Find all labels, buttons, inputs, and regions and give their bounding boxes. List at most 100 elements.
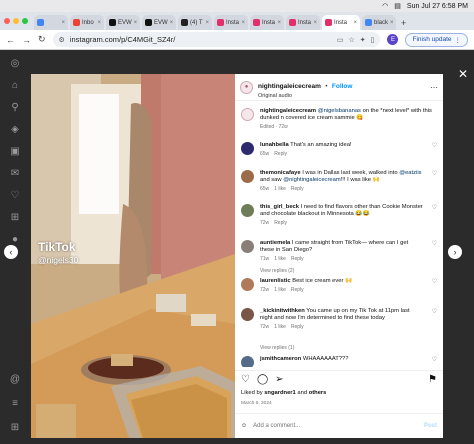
tab-close-icon[interactable]: ×: [61, 20, 65, 26]
browser-tab[interactable]: Insta ×: [250, 15, 284, 30]
tab-close-icon[interactable]: ×: [353, 20, 357, 26]
profile-avatar[interactable]: E: [387, 34, 399, 45]
comment-likes[interactable]: 1 like: [274, 324, 286, 330]
follow-button[interactable]: Follow: [332, 83, 353, 90]
comment-reply[interactable]: Reply: [291, 287, 304, 293]
browser-tab[interactable]: Insta ×: [214, 15, 248, 30]
cast-icon[interactable]: ▭: [337, 36, 344, 44]
instagram-logo-icon[interactable]: ◎: [9, 58, 21, 70]
comment-like-icon[interactable]: ♡: [429, 204, 437, 227]
comment-likes[interactable]: 1 like: [274, 287, 286, 293]
new-tab-button[interactable]: +: [398, 15, 409, 30]
site-info-icon[interactable]: ⚙: [59, 36, 65, 44]
reload-icon[interactable]: ↻: [38, 34, 46, 45]
add-comment-input[interactable]: Add a comment...: [253, 423, 418, 429]
sidepanel-icon[interactable]: ▯: [371, 36, 375, 44]
comment-reply[interactable]: Reply: [291, 324, 304, 330]
close-icon[interactable]: ✕: [458, 67, 468, 81]
tab-close-icon[interactable]: ×: [205, 20, 209, 26]
comment-like-icon[interactable]: ♡: [429, 308, 437, 331]
minimize-window-button[interactable]: [13, 18, 19, 24]
browser-tab[interactable]: (4) T ×: [178, 15, 212, 30]
comment-reply[interactable]: Reply: [274, 151, 287, 157]
comment-reply[interactable]: Reply: [274, 220, 287, 226]
menu-icon[interactable]: ≡: [9, 398, 21, 410]
comments-list[interactable]: nightingaleicecream @nigelsbananas on th…: [235, 102, 443, 367]
address-bar[interactable]: ⚙ instagram.com/p/C4MGit_SZ4r/ ▭ ☆ ✦ ▯: [52, 32, 381, 47]
comment-username[interactable]: jsmithcameron: [260, 356, 301, 362]
comment-username[interactable]: themonicafaye: [260, 170, 301, 176]
browser-tab[interactable]: Inbo ×: [70, 15, 104, 30]
commenter-avatar[interactable]: [241, 278, 254, 291]
comment-likes[interactable]: 1 like: [274, 256, 286, 262]
comment-username[interactable]: auntiemela: [260, 240, 290, 246]
wifi-icon[interactable]: ◠: [382, 2, 388, 10]
bookmark-icon[interactable]: ⚑: [428, 374, 437, 385]
browser-tab[interactable]: ×: [34, 15, 68, 30]
chevron-right-icon[interactable]: ›: [448, 245, 462, 259]
tab-close-icon[interactable]: ×: [313, 20, 317, 26]
tab-close-icon[interactable]: ×: [277, 20, 281, 26]
more-options-icon[interactable]: ⋯: [430, 83, 438, 92]
comment-like-icon[interactable]: ♡: [429, 170, 437, 193]
view-replies-link[interactable]: View replies (2): [260, 268, 294, 274]
caption-avatar[interactable]: [241, 108, 254, 121]
bookmark-star-icon[interactable]: ☆: [348, 36, 354, 44]
forward-icon[interactable]: →: [22, 35, 31, 45]
view-replies-link[interactable]: View replies (1): [260, 345, 294, 351]
chevron-left-icon[interactable]: ‹: [4, 245, 18, 259]
messages-icon[interactable]: ✉: [9, 168, 21, 180]
create-icon[interactable]: ⊞: [9, 212, 21, 224]
commenter-avatar[interactable]: [241, 356, 254, 367]
url-text[interactable]: instagram.com/p/C4MGit_SZ4r/: [70, 35, 332, 44]
comment-username[interactable]: lunahbella: [260, 142, 289, 148]
liked-by-others[interactable]: others: [309, 390, 327, 396]
browser-tab[interactable]: EVW ×: [142, 15, 176, 30]
more-icon[interactable]: ⊞: [9, 422, 21, 434]
liked-by-user[interactable]: sngardner1: [264, 390, 296, 396]
tab-close-icon[interactable]: ×: [134, 20, 138, 26]
reels-icon[interactable]: ▣: [9, 146, 21, 158]
comment-like-icon[interactable]: ♡: [429, 356, 437, 367]
commenter-avatar[interactable]: [241, 240, 254, 253]
control-center-icon[interactable]: ▤: [394, 2, 401, 10]
search-icon[interactable]: ⚲: [9, 102, 21, 114]
comment-reply[interactable]: Reply: [291, 256, 304, 262]
tab-close-icon[interactable]: ×: [170, 20, 174, 26]
commenter-avatar[interactable]: [241, 308, 254, 321]
comment-mention[interactable]: @eatziis: [399, 170, 421, 176]
author-name[interactable]: nightingaleicecream: [258, 83, 321, 90]
post-comment-button[interactable]: Post: [424, 423, 437, 429]
comment-username[interactable]: laurenlistic: [260, 278, 291, 284]
threads-icon[interactable]: @: [9, 374, 21, 386]
caption-mention[interactable]: @nigelsbananas: [318, 108, 361, 114]
explore-icon[interactable]: ◈: [9, 124, 21, 136]
comment-reply[interactable]: Reply: [291, 186, 304, 192]
emoji-icon[interactable]: ☺: [241, 423, 247, 429]
comment-icon[interactable]: ◯: [257, 374, 268, 385]
heart-icon[interactable]: ♡: [241, 374, 250, 385]
finish-update-button[interactable]: Finish update ⋮: [405, 32, 468, 47]
comment-like-icon[interactable]: ♡: [429, 142, 437, 158]
close-window-button[interactable]: [4, 18, 10, 24]
browser-tab[interactable]: Insta ×: [286, 15, 320, 30]
extensions-icon[interactable]: ✦: [360, 36, 366, 44]
comment-likes[interactable]: 1 like: [274, 186, 286, 192]
home-icon[interactable]: ⌂: [9, 80, 21, 92]
tab-close-icon[interactable]: ×: [241, 20, 245, 26]
browser-tab[interactable]: Insta ×: [322, 15, 360, 30]
comment-username[interactable]: this_girl_beck: [260, 204, 299, 210]
author-avatar[interactable]: ●: [240, 80, 253, 94]
tab-close-icon[interactable]: ×: [97, 20, 101, 26]
tab-close-icon[interactable]: ×: [390, 20, 394, 26]
caption-author[interactable]: nightingaleicecream: [260, 108, 316, 114]
commenter-avatar[interactable]: [241, 170, 254, 183]
comment-username[interactable]: _kickinitwithken: [260, 308, 305, 314]
zoom-window-button[interactable]: [22, 18, 28, 24]
comment-mention[interactable]: @nightingaleicecream: [283, 177, 340, 183]
comment-like-icon[interactable]: ♡: [429, 240, 437, 263]
back-icon[interactable]: ←: [6, 35, 15, 45]
browser-tab[interactable]: black ×: [362, 15, 396, 30]
commenter-avatar[interactable]: [241, 142, 254, 155]
notifications-heart-icon[interactable]: ♡: [9, 190, 21, 202]
